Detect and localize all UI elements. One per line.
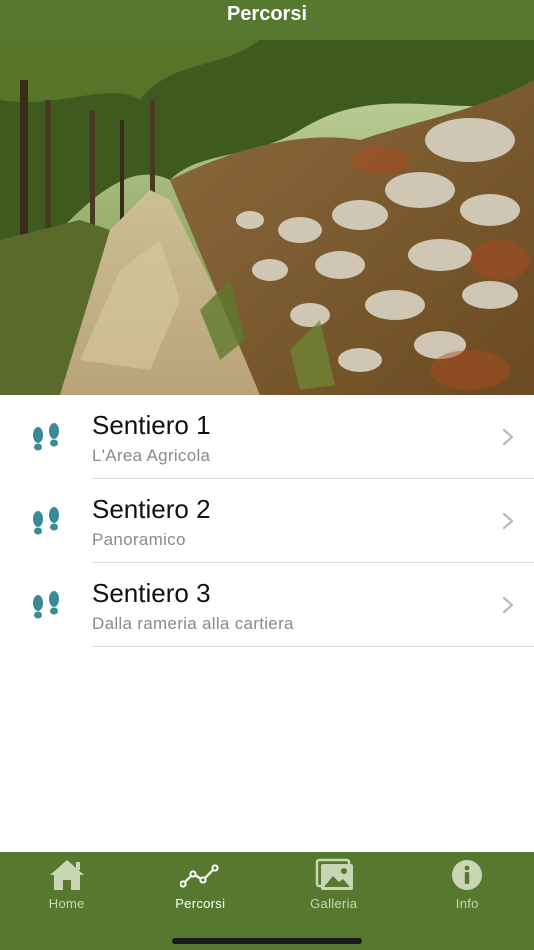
house-icon [49, 860, 84, 890]
chevron-right-icon [502, 596, 514, 614]
tab-galleria[interactable]: Galleria [267, 852, 401, 950]
hero-image [0, 40, 534, 395]
tab-percorsi[interactable]: Percorsi [134, 852, 268, 950]
trail-photo [0, 40, 534, 395]
route-icon [180, 864, 219, 888]
footprints-icon [33, 423, 59, 451]
trail-list: Sentiero 1 L'Area Agricola Sentiero 2 Pa… [0, 395, 534, 647]
tab-label: Home [48, 896, 85, 911]
row-separator [92, 646, 534, 647]
tab-bar: Home Percorsi Galleria Info [0, 852, 534, 950]
list-item[interactable]: Sentiero 1 L'Area Agricola [0, 395, 534, 479]
trail-title: Sentiero 2 [92, 494, 211, 524]
home-indicator [172, 938, 362, 944]
tab-label: Galleria [310, 896, 358, 911]
info-icon [452, 860, 483, 890]
trail-subtitle: Panoramico [92, 530, 186, 549]
footprints-icon [33, 507, 59, 535]
trail-title: Sentiero 1 [92, 410, 211, 440]
list-item[interactable]: Sentiero 2 Panoramico [0, 479, 534, 563]
trail-subtitle: L'Area Agricola [92, 446, 211, 465]
chevron-right-icon [502, 512, 514, 530]
list-item[interactable]: Sentiero 3 Dalla rameria alla cartiera [0, 563, 534, 647]
tab-label: Percorsi [175, 896, 226, 911]
page-title: Percorsi [226, 3, 308, 25]
tab-label: Info [455, 896, 479, 911]
chevron-right-icon [502, 428, 514, 446]
trail-title: Sentiero 3 [92, 578, 211, 608]
gallery-icon [315, 858, 353, 890]
tab-info[interactable]: Info [401, 852, 534, 950]
footprints-icon [33, 591, 59, 619]
trail-subtitle: Dalla rameria alla cartiera [92, 614, 294, 633]
tab-home[interactable]: Home [0, 852, 134, 950]
navigation-bar: Percorsi [0, 0, 534, 40]
